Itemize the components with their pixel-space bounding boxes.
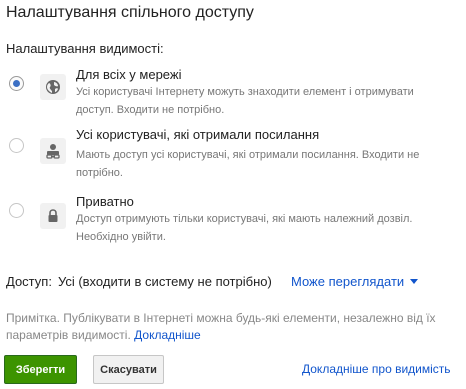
save-button[interactable]: Зберегти — [4, 355, 77, 384]
visibility-option-public[interactable]: Для всіх у мережі Усі користувачі Інтерн… — [0, 64, 466, 124]
radio-public[interactable] — [9, 76, 24, 91]
learn-more-visibility-link[interactable]: Докладніше про видимість — [302, 362, 451, 376]
globe-icon — [40, 74, 66, 100]
access-label: Доступ: — [6, 274, 52, 289]
note-learn-more-link[interactable]: Докладніше — [134, 328, 201, 342]
permission-dropdown[interactable]: Може переглядати — [291, 274, 419, 289]
option-description: Мають доступ усі користувачі, які отрима… — [76, 149, 420, 179]
option-description: Усі користувачі Інтернету можуть знаходи… — [76, 86, 414, 116]
option-title: Для всіх у мережі — [76, 67, 182, 82]
option-title: Приватно — [76, 194, 134, 209]
permission-label: Може переглядати — [291, 274, 405, 289]
access-value: Усі (входити в систему не потрібно) — [57, 274, 272, 289]
visibility-note: Примітка. Публікувати в Інтернеті можна … — [6, 310, 456, 344]
radio-link[interactable] — [9, 138, 24, 153]
cancel-button[interactable]: Скасувати — [93, 355, 164, 384]
visibility-label: Налаштування видимості: — [6, 41, 164, 56]
option-title: Усі користувачі, які отримали посилання — [76, 127, 320, 142]
chevron-down-icon — [410, 279, 419, 284]
lock-icon — [40, 203, 66, 229]
person-link-icon — [40, 138, 66, 164]
visibility-option-link[interactable]: Усі користувачі, які отримали посилання … — [0, 126, 466, 186]
access-row: Доступ: Усі (входити в систему не потрібн… — [6, 274, 272, 289]
option-description: Доступ отримують тільки користувачі, які… — [76, 213, 413, 243]
dialog-title: Налаштування спільного доступу — [6, 4, 254, 21]
visibility-option-private[interactable]: Приватно Доступ отримують тільки користу… — [0, 194, 466, 255]
radio-private[interactable] — [9, 203, 24, 218]
note-text: Примітка. Публікувати в Інтернеті можна … — [6, 311, 436, 342]
